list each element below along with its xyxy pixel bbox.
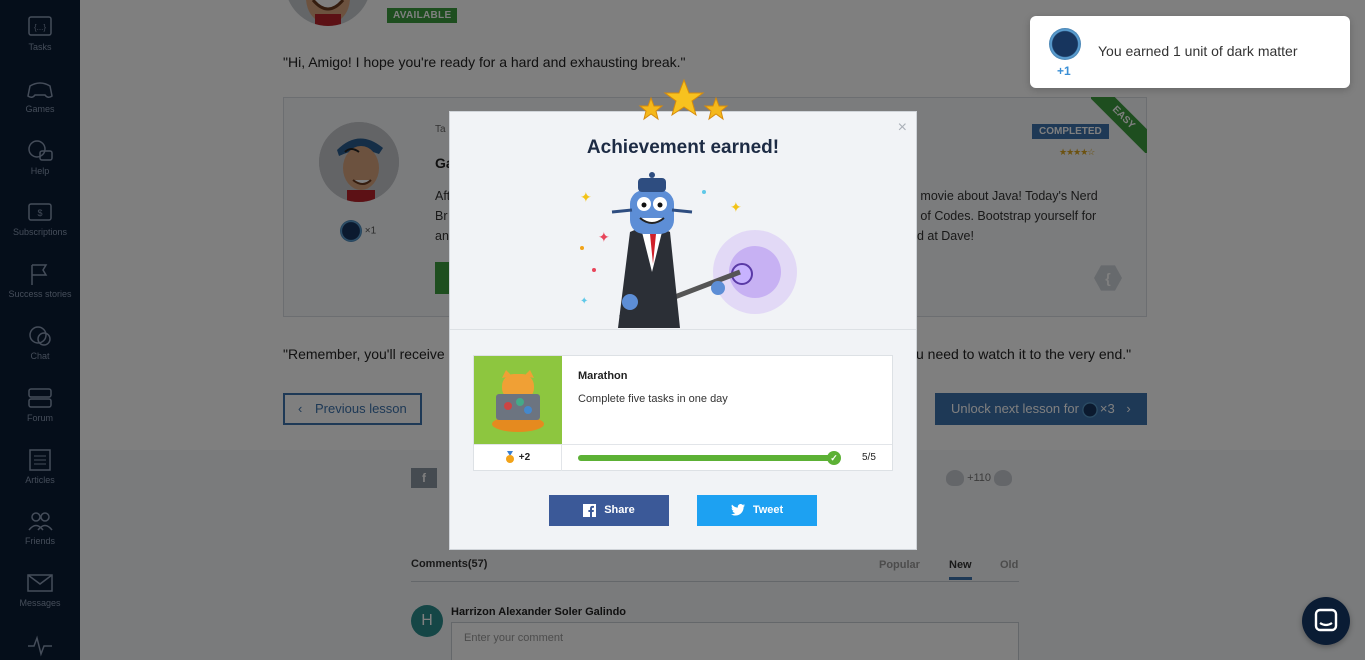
share-label: Share [604, 504, 635, 516]
achievement-footer: +2 ✓ 5/5 [474, 444, 892, 471]
share-facebook-button[interactable]: Share [549, 495, 669, 526]
achievement-progress-fill [578, 455, 834, 461]
achievement-progress-text: 5/5 [862, 452, 876, 463]
twitter-icon [730, 504, 745, 516]
achievement-reward: +2 [474, 445, 562, 471]
chat-icon [1314, 608, 1338, 632]
medal-icon [505, 451, 514, 464]
robot-character-illustration: ✦ ✦ ✦ ✦ [580, 172, 797, 328]
toast-message: You earned 1 unit of dark matter [1098, 43, 1298, 59]
achievement-image [474, 356, 562, 444]
close-icon[interactable]: × [898, 119, 907, 137]
svg-text:✦: ✦ [580, 189, 592, 205]
modal-header: × Achievement earned! ✦ ✦ ✦ ✦ [450, 112, 916, 330]
achievement-reward-amount: +2 [518, 452, 531, 463]
achievement-stars-icon [638, 78, 729, 121]
dark-matter-icon [1049, 28, 1081, 60]
chat-support-button[interactable] [1302, 597, 1350, 645]
achievement-card: Marathon Complete five tasks in one day … [473, 355, 893, 471]
achievement-progress-bar: ✓ [578, 451, 841, 465]
svg-text:✦: ✦ [730, 199, 742, 215]
modal-title: Achievement earned! [586, 137, 780, 158]
dark-matter-toast: +1 You earned 1 unit of dark matter [1030, 16, 1350, 88]
toast-plus-amount: +1 [1057, 64, 1071, 78]
svg-text:✦: ✦ [598, 229, 610, 245]
checkmark-icon: ✓ [827, 451, 841, 465]
tweet-label: Tweet [752, 504, 784, 516]
facebook-icon [583, 503, 597, 517]
svg-text:✦: ✦ [580, 296, 588, 307]
achievement-modal: × Achievement earned! ✦ ✦ ✦ ✦ Marathon C… [449, 111, 917, 550]
achievement-name: Marathon [578, 370, 628, 382]
achievement-description: Complete five tasks in one day [578, 393, 728, 405]
tweet-button[interactable]: Tweet [697, 495, 817, 526]
